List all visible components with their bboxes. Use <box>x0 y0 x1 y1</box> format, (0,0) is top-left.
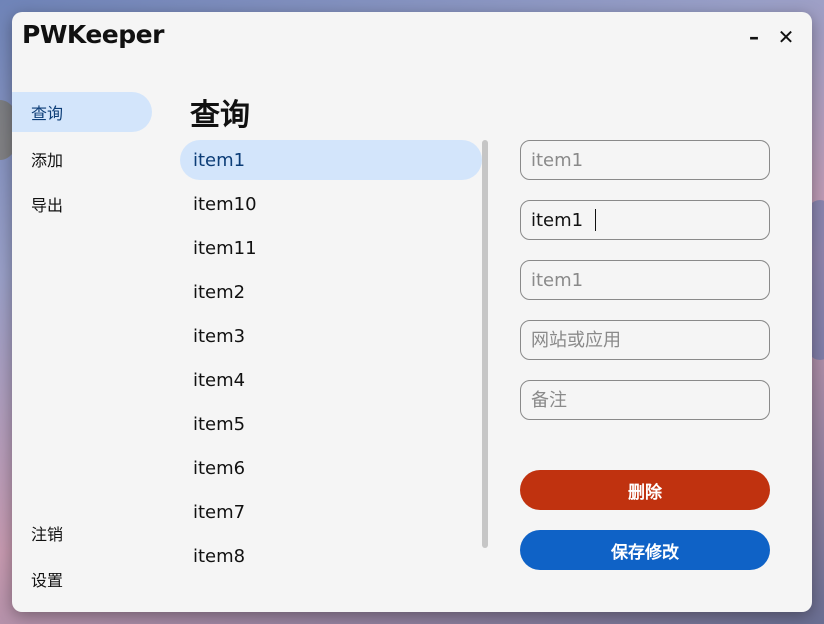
delete-button[interactable]: 删除 <box>520 470 770 510</box>
list-item[interactable]: item5 <box>180 404 482 444</box>
sidebar-item-settings[interactable]: 设置 <box>12 559 152 599</box>
list-item[interactable]: item11 <box>180 228 482 268</box>
list-item[interactable]: item2 <box>180 272 482 312</box>
list-item[interactable]: item4 <box>180 360 482 400</box>
sidebar-item-query[interactable]: 查询 <box>12 92 152 132</box>
sidebar-item-add[interactable]: 添加 <box>12 139 152 179</box>
website-field[interactable] <box>520 320 770 360</box>
page-title: 查询 <box>190 98 250 133</box>
text-caret <box>595 209 596 231</box>
scrollbar-thumb[interactable] <box>482 140 488 548</box>
item-list: item1 item10 item11 item2 item3 item4 it… <box>180 140 484 590</box>
list-item[interactable]: item3 <box>180 316 482 356</box>
sidebar-item-label: 注销 <box>31 525 64 544</box>
app-title: PWKeeper <box>22 20 164 49</box>
minimize-button[interactable]: – <box>741 24 767 50</box>
list-item[interactable]: item7 <box>180 492 482 532</box>
list-item[interactable]: item1 <box>180 140 482 180</box>
note-field[interactable] <box>520 380 770 420</box>
list-item[interactable]: item6 <box>180 448 482 488</box>
account-field[interactable] <box>520 140 770 180</box>
sidebar-item-label: 查询 <box>31 104 64 123</box>
sidebar-item-label: 设置 <box>31 571 64 590</box>
sidebar-item-label: 导出 <box>31 196 64 215</box>
username-field[interactable] <box>520 200 770 240</box>
sidebar-item-label: 添加 <box>31 151 64 170</box>
save-button[interactable]: 保存修改 <box>520 530 770 570</box>
close-button[interactable]: ✕ <box>773 24 799 50</box>
list-item[interactable]: item10 <box>180 184 482 224</box>
password-field[interactable] <box>520 260 770 300</box>
list-item[interactable]: item8 <box>180 536 482 576</box>
sidebar-item-export[interactable]: 导出 <box>12 184 152 224</box>
sidebar-item-logout[interactable]: 注销 <box>12 513 152 553</box>
list-scrollbar[interactable] <box>481 140 489 590</box>
app-window: PWKeeper – ✕ 查询 添加 导出 注销 设置 查询 item1 ite… <box>12 12 812 612</box>
